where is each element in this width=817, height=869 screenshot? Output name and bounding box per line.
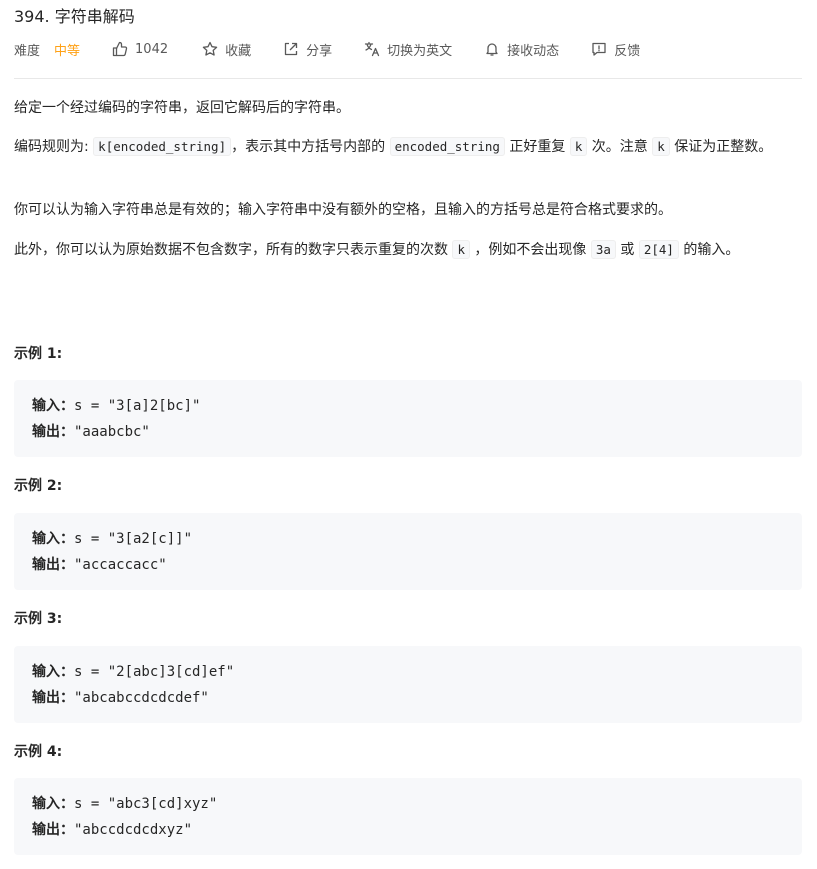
inline-code: encoded_string [389,137,505,156]
output-label: 输出： [32,822,74,838]
example-output-line: 输出："accaccacc" [32,554,167,574]
subscribe-button[interactable]: 接收动态 [484,40,559,59]
text-span: 编码规则为: [14,139,94,155]
inline-code: k [452,240,470,259]
example-title: 示例 4: [14,744,63,760]
translate-label: 切换为英文 [387,43,453,59]
inline-code: 3a [590,240,616,259]
text-span: ，例如不会出现像 [469,242,591,258]
input-value: s = "3[a2[c]]" [74,531,193,547]
feedback-label: 反馈 [614,43,641,59]
description-paragraph: 给定一个经过编码的字符串，返回它解码后的字符串。 [14,100,350,116]
feedback-button[interactable]: 反馈 [591,40,640,59]
description-paragraph: 你可以认为输入字符串总是有效的；输入字符串中没有额外的空格，且输入的方括号总是符… [14,202,672,218]
like-count: 1042 [135,41,169,57]
text-span: ，表示其中方括号内部的 [231,139,390,155]
output-value: "abccdcdcdxyz" [74,822,193,838]
example-input-line: 输入：s = "3[a]2[bc]" [32,395,200,415]
problem-page: 394. 字符串解码 难度 中等 1042 收藏 分享 切换为英文 接收动态 反… [0,0,817,869]
input-label: 输入： [32,531,74,547]
problem-title: 394. 字符串解码 [14,7,135,26]
like-button[interactable]: 1042 [112,41,168,57]
example-output-line: 输出："abcabccdcdcdef" [32,687,209,707]
example-code-block: 输入：s = "2[abc]3[cd]ef" 输出："abcabccdcdcde… [14,646,802,723]
inline-code: k [652,137,670,156]
feedback-icon [591,41,607,57]
translate-icon [364,41,380,57]
output-label: 输出： [32,690,74,706]
text-span: 的输入。 [678,242,740,258]
problem-meta-bar: 难度 中等 1042 收藏 分享 切换为英文 接收动态 反馈 [14,38,640,60]
share-label: 分享 [306,43,333,59]
description-paragraph: 编码规则为: k[encoded_string] ，表示其中方括号内部的 enco… [14,134,802,160]
example-title: 示例 3: [14,611,63,627]
favorite-button[interactable]: 收藏 [202,40,251,59]
difficulty-badge: 中等 [54,43,81,59]
inline-code: 2[4] [638,240,679,259]
difficulty-label: 难度 [14,43,41,59]
text-span: 次。注意 [587,139,653,155]
example-input-line: 输入：s = "3[a2[c]]" [32,528,192,548]
example-output-line: 输出："abccdcdcdxyz" [32,819,192,839]
example-input-line: 输入：s = "abc3[cd]xyz" [32,793,217,813]
example-title: 示例 1: [14,346,63,362]
translate-button[interactable]: 切换为英文 [364,40,452,59]
example-code-block: 输入：s = "3[a]2[bc]" 输出："aaabcbc" [14,380,802,457]
example-output-line: 输出："aaabcbc" [32,421,150,441]
text-span: 正好重复 [504,139,570,155]
example-input-line: 输入：s = "2[abc]3[cd]ef" [32,661,234,681]
share-button[interactable]: 分享 [283,40,332,59]
example-code-block: 输入：s = "3[a2[c]]" 输出："accaccacc" [14,513,802,590]
output-value: "abcabccdcdcdef" [74,690,209,706]
example-code-block: 输入：s = "abc3[cd]xyz" 输出："abccdcdcdxyz" [14,778,802,855]
favorite-label: 收藏 [225,43,252,59]
output-label: 输出： [32,557,74,573]
output-label: 输出： [32,424,74,440]
thumbs-up-icon [112,41,128,57]
star-icon [202,41,218,57]
input-label: 输入： [32,796,74,812]
input-label: 输入： [32,398,74,414]
subscribe-label: 接收动态 [507,43,560,59]
bell-icon [484,41,500,57]
example-title: 示例 2: [14,478,63,494]
output-value: "aaabcbc" [74,424,150,440]
inline-code: k[encoded_string] [93,137,232,156]
input-value: s = "2[abc]3[cd]ef" [74,664,235,680]
input-value: s = "3[a]2[bc]" [74,398,201,414]
description-paragraph: 此外，你可以认为原始数据不包含数字，所有的数字只表示重复的次数 k ，例如不会出… [14,237,802,263]
header-divider [14,78,802,79]
text-span: 此外，你可以认为原始数据不包含数字，所有的数字只表示重复的次数 [14,242,453,258]
share-icon [283,41,299,57]
text-span: 或 [615,242,639,258]
output-value: "accaccacc" [74,557,167,573]
text-span: 保证为正整数。 [669,139,773,155]
inline-code: k [569,137,588,156]
input-value: s = "abc3[cd]xyz" [74,796,218,812]
input-label: 输入： [32,664,74,680]
